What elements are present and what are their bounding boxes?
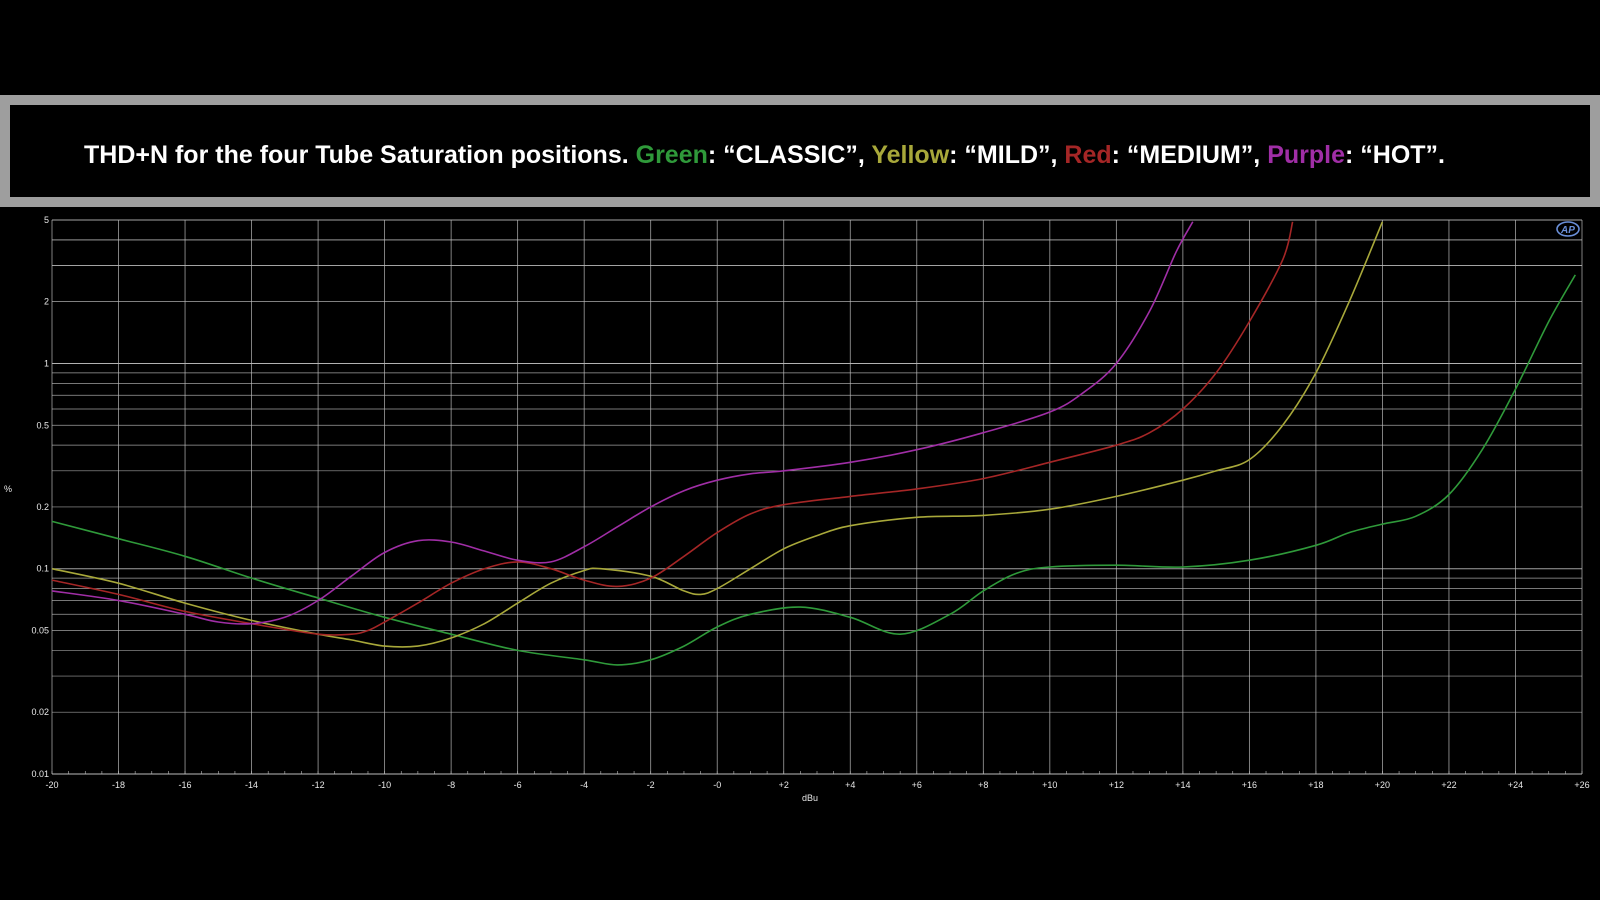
thdn-chart: -20 -18 -16 -14 -12 -10 -8 -6 -4 -2 -0 +2 +4 +6 +8 +10 +… <box>4 215 1590 803</box>
legend-yellow-desc: : “MILD”, <box>949 141 1065 169</box>
legend-green-word: Green <box>635 141 708 169</box>
x-tick-label: -10 <box>378 780 391 790</box>
series-lines <box>51 221 1576 666</box>
y-tick-label: 0.02 <box>31 707 49 717</box>
caption-lead: THD+N for the four Tube Saturation posit… <box>84 141 636 169</box>
x-tick-label: -6 <box>514 780 522 790</box>
x-tick-label: -16 <box>179 780 192 790</box>
x-tick-label: +2 <box>779 780 789 790</box>
y-tick-label: 0.2 <box>36 502 49 512</box>
x-tick-label: +12 <box>1109 780 1124 790</box>
y-tick-label: 0.5 <box>36 420 49 430</box>
x-tick-label: -14 <box>245 780 258 790</box>
legend-purple-desc: : “HOT”. <box>1345 141 1445 169</box>
tick-labels: -20 -18 -16 -14 -12 -10 -8 -6 -4 -2 -0 +2 +4 +6 +8 +10 +… <box>31 215 1589 790</box>
ap-logo-icon: AP <box>1556 221 1580 237</box>
x-tick-label: +26 <box>1574 780 1589 790</box>
x-tick-label: +14 <box>1175 780 1190 790</box>
caption-box: THD+N for the four Tube Saturation posit… <box>0 95 1600 207</box>
x-tick-label: +10 <box>1042 780 1057 790</box>
y-tick-label: 2 <box>44 297 49 307</box>
y-tick-label: 0.01 <box>31 769 49 779</box>
x-tick-label: +16 <box>1242 780 1257 790</box>
x-tick-label: -0 <box>713 780 721 790</box>
y-tick-label: 1 <box>44 358 49 368</box>
svg-text:AP: AP <box>1560 225 1575 236</box>
legend-red-desc: : “MEDIUM”, <box>1111 141 1268 169</box>
y-tick-label: 5 <box>44 215 49 225</box>
chart-caption: THD+N for the four Tube Saturation posit… <box>84 141 1445 170</box>
x-tick-label: +22 <box>1441 780 1456 790</box>
x-tick-label: +6 <box>912 780 922 790</box>
series-line-purple <box>51 221 1194 625</box>
grid <box>51 219 1583 775</box>
x-tick-label: -18 <box>112 780 125 790</box>
x-tick-label: +4 <box>845 780 855 790</box>
y-tick-label: 0.1 <box>36 564 49 574</box>
series-line-green <box>51 274 1576 666</box>
legend-purple-word: Purple <box>1267 141 1345 169</box>
x-tick-label: -12 <box>312 780 325 790</box>
y-tick-label: 0.05 <box>31 626 49 636</box>
x-tick-label: +20 <box>1375 780 1390 790</box>
x-tick-label: +18 <box>1308 780 1323 790</box>
legend-yellow-word: Yellow <box>871 141 950 169</box>
x-tick-label: -20 <box>45 780 58 790</box>
x-tick-label: -4 <box>580 780 588 790</box>
y-axis-label: % <box>4 484 12 494</box>
legend-green-desc: : “CLASSIC”, <box>707 141 872 169</box>
x-tick-label: +8 <box>978 780 988 790</box>
x-axis-label: dBu <box>802 793 818 803</box>
x-tick-label: -8 <box>447 780 455 790</box>
x-tick-label: -2 <box>647 780 655 790</box>
legend-red-word: Red <box>1064 141 1112 169</box>
x-tick-label: +24 <box>1508 780 1523 790</box>
